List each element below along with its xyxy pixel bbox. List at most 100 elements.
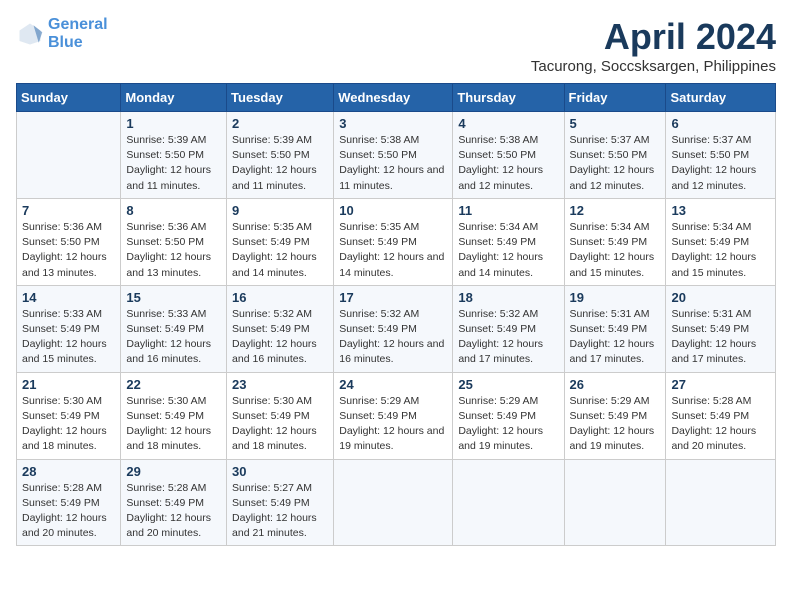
day-info: Sunrise: 5:39 AMSunset: 5:50 PMDaylight:… xyxy=(126,133,221,194)
day-header: Tuesday xyxy=(227,84,334,112)
calendar-cell: 1 Sunrise: 5:39 AMSunset: 5:50 PMDaylight… xyxy=(121,112,227,199)
calendar-cell xyxy=(453,459,564,546)
day-info: Sunrise: 5:34 AMSunset: 5:49 PMDaylight:… xyxy=(458,220,558,281)
calendar-week-row: 7 Sunrise: 5:36 AMSunset: 5:50 PMDaylight… xyxy=(17,198,776,285)
day-number: 25 xyxy=(458,377,558,392)
day-number: 30 xyxy=(232,464,328,479)
day-number: 19 xyxy=(570,290,661,305)
calendar-cell xyxy=(17,112,121,199)
day-number: 2 xyxy=(232,116,328,131)
calendar-cell xyxy=(334,459,453,546)
day-info: Sunrise: 5:30 AMSunset: 5:49 PMDaylight:… xyxy=(232,394,328,455)
day-info: Sunrise: 5:29 AMSunset: 5:49 PMDaylight:… xyxy=(339,394,447,455)
calendar-cell: 15Sunrise: 5:33 AMSunset: 5:49 PMDayligh… xyxy=(121,285,227,372)
calendar-cell: 4 Sunrise: 5:38 AMSunset: 5:50 PMDaylight… xyxy=(453,112,564,199)
calendar-cell: 3Sunrise: 5:38 AMSunset: 5:50 PMDaylight… xyxy=(334,112,453,199)
day-number: 5 xyxy=(570,116,661,131)
calendar-cell: 23Sunrise: 5:30 AMSunset: 5:49 PMDayligh… xyxy=(227,372,334,459)
calendar-week-row: 21 Sunrise: 5:30 AMSunset: 5:49 PMDayligh… xyxy=(17,372,776,459)
calendar-cell: 20 Sunrise: 5:31 AMSunset: 5:49 PMDayligh… xyxy=(666,285,776,372)
calendar-cell: 18 Sunrise: 5:32 AMSunset: 5:49 PMDayligh… xyxy=(453,285,564,372)
day-info: Sunrise: 5:36 AMSunset: 5:50 PMDaylight:… xyxy=(126,220,221,281)
day-info: Sunrise: 5:29 AMSunset: 5:49 PMDaylight:… xyxy=(458,394,558,455)
calendar-cell: 27 Sunrise: 5:28 AMSunset: 5:49 PMDayligh… xyxy=(666,372,776,459)
day-header: Friday xyxy=(564,84,666,112)
page-header: General Blue April 2024 Tacurong, Soccsk… xyxy=(16,16,776,75)
day-info: Sunrise: 5:35 AMSunset: 5:49 PMDaylight:… xyxy=(232,220,328,281)
day-number: 12 xyxy=(570,203,661,218)
day-number: 16 xyxy=(232,290,328,305)
day-number: 26 xyxy=(570,377,661,392)
calendar-cell: 29 Sunrise: 5:28 AMSunset: 5:49 PMDayligh… xyxy=(121,459,227,546)
calendar-cell: 26 Sunrise: 5:29 AMSunset: 5:49 PMDayligh… xyxy=(564,372,666,459)
day-info: Sunrise: 5:28 AMSunset: 5:49 PMDaylight:… xyxy=(671,394,770,455)
header-row: SundayMondayTuesdayWednesdayThursdayFrid… xyxy=(17,84,776,112)
day-number: 18 xyxy=(458,290,558,305)
day-info: Sunrise: 5:35 AMSunset: 5:49 PMDaylight:… xyxy=(339,220,447,281)
calendar-cell: 12 Sunrise: 5:34 AMSunset: 5:49 PMDayligh… xyxy=(564,198,666,285)
calendar-cell: 22 Sunrise: 5:30 AMSunset: 5:49 PMDayligh… xyxy=(121,372,227,459)
day-info: Sunrise: 5:32 AMSunset: 5:49 PMDaylight:… xyxy=(339,307,447,368)
day-info: Sunrise: 5:37 AMSunset: 5:50 PMDaylight:… xyxy=(570,133,661,194)
logo-icon xyxy=(16,20,44,48)
calendar-cell xyxy=(666,459,776,546)
day-info: Sunrise: 5:39 AMSunset: 5:50 PMDaylight:… xyxy=(232,133,328,194)
day-number: 4 xyxy=(458,116,558,131)
day-number: 14 xyxy=(22,290,115,305)
calendar-cell: 8 Sunrise: 5:36 AMSunset: 5:50 PMDaylight… xyxy=(121,198,227,285)
day-info: Sunrise: 5:33 AMSunset: 5:49 PMDaylight:… xyxy=(126,307,221,368)
calendar-cell: 21Sunrise: 5:30 AMSunset: 5:49 PMDayligh… xyxy=(17,372,121,459)
day-number: 27 xyxy=(671,377,770,392)
day-info: Sunrise: 5:31 AMSunset: 5:49 PMDaylight:… xyxy=(570,307,661,368)
day-info: Sunrise: 5:34 AMSunset: 5:49 PMDaylight:… xyxy=(570,220,661,281)
calendar-cell: 5 Sunrise: 5:37 AMSunset: 5:50 PMDaylight… xyxy=(564,112,666,199)
calendar-cell: 9Sunrise: 5:35 AMSunset: 5:49 PMDaylight… xyxy=(227,198,334,285)
day-number: 29 xyxy=(126,464,221,479)
day-number: 21 xyxy=(22,377,115,392)
day-header: Wednesday xyxy=(334,84,453,112)
calendar-cell: 14 Sunrise: 5:33 AMSunset: 5:49 PMDayligh… xyxy=(17,285,121,372)
day-number: 10 xyxy=(339,203,447,218)
calendar-cell: 6Sunrise: 5:37 AMSunset: 5:50 PMDaylight… xyxy=(666,112,776,199)
calendar-cell: 10 Sunrise: 5:35 AMSunset: 5:49 PMDayligh… xyxy=(334,198,453,285)
calendar-cell: 28 Sunrise: 5:28 AMSunset: 5:49 PMDayligh… xyxy=(17,459,121,546)
day-info: Sunrise: 5:38 AMSunset: 5:50 PMDaylight:… xyxy=(458,133,558,194)
calendar-cell: 25 Sunrise: 5:29 AMSunset: 5:49 PMDayligh… xyxy=(453,372,564,459)
calendar-cell: 11 Sunrise: 5:34 AMSunset: 5:49 PMDayligh… xyxy=(453,198,564,285)
calendar-cell: 30 Sunrise: 5:27 AMSunset: 5:49 PMDayligh… xyxy=(227,459,334,546)
day-info: Sunrise: 5:31 AMSunset: 5:49 PMDaylight:… xyxy=(671,307,770,368)
calendar-week-row: 28 Sunrise: 5:28 AMSunset: 5:49 PMDayligh… xyxy=(17,459,776,546)
day-info: Sunrise: 5:30 AMSunset: 5:49 PMDaylight:… xyxy=(126,394,221,455)
day-info: Sunrise: 5:38 AMSunset: 5:50 PMDaylight:… xyxy=(339,133,447,194)
day-info: Sunrise: 5:28 AMSunset: 5:49 PMDaylight:… xyxy=(126,481,221,542)
calendar-cell: 2 Sunrise: 5:39 AMSunset: 5:50 PMDaylight… xyxy=(227,112,334,199)
calendar-cell xyxy=(564,459,666,546)
day-header: Sunday xyxy=(17,84,121,112)
day-header: Saturday xyxy=(666,84,776,112)
day-number: 8 xyxy=(126,203,221,218)
calendar-cell: 24Sunrise: 5:29 AMSunset: 5:49 PMDayligh… xyxy=(334,372,453,459)
calendar-week-row: 14 Sunrise: 5:33 AMSunset: 5:49 PMDayligh… xyxy=(17,285,776,372)
month-title: April 2024 xyxy=(531,16,776,58)
day-header: Monday xyxy=(121,84,227,112)
day-number: 6 xyxy=(671,116,770,131)
day-number: 1 xyxy=(126,116,221,131)
day-number: 22 xyxy=(126,377,221,392)
day-info: Sunrise: 5:32 AMSunset: 5:49 PMDaylight:… xyxy=(458,307,558,368)
calendar-cell: 19 Sunrise: 5:31 AMSunset: 5:49 PMDayligh… xyxy=(564,285,666,372)
day-number: 7 xyxy=(22,203,115,218)
day-info: Sunrise: 5:28 AMSunset: 5:49 PMDaylight:… xyxy=(22,481,115,542)
day-info: Sunrise: 5:34 AMSunset: 5:49 PMDaylight:… xyxy=(671,220,770,281)
location-subtitle: Tacurong, Soccsksargen, Philippines xyxy=(531,58,776,75)
calendar-week-row: 1 Sunrise: 5:39 AMSunset: 5:50 PMDaylight… xyxy=(17,112,776,199)
day-info: Sunrise: 5:27 AMSunset: 5:49 PMDaylight:… xyxy=(232,481,328,542)
title-block: April 2024 Tacurong, Soccsksargen, Phili… xyxy=(531,16,776,75)
day-number: 11 xyxy=(458,203,558,218)
day-info: Sunrise: 5:29 AMSunset: 5:49 PMDaylight:… xyxy=(570,394,661,455)
calendar-table: SundayMondayTuesdayWednesdayThursdayFrid… xyxy=(16,83,776,546)
day-info: Sunrise: 5:33 AMSunset: 5:49 PMDaylight:… xyxy=(22,307,115,368)
calendar-cell: 7 Sunrise: 5:36 AMSunset: 5:50 PMDaylight… xyxy=(17,198,121,285)
day-number: 28 xyxy=(22,464,115,479)
day-info: Sunrise: 5:36 AMSunset: 5:50 PMDaylight:… xyxy=(22,220,115,281)
day-number: 20 xyxy=(671,290,770,305)
